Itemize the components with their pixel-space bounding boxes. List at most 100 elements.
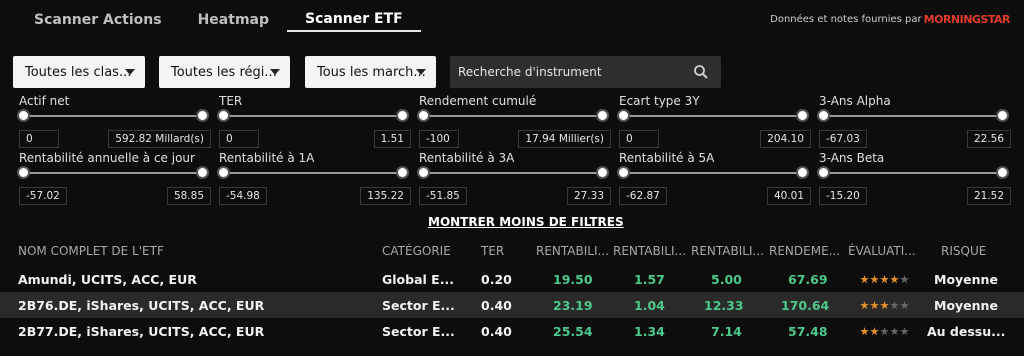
range-max-handle[interactable]	[996, 166, 1009, 179]
search-icon[interactable]	[693, 64, 709, 80]
star-icon	[880, 327, 889, 336]
range-min-value[interactable]: -15.20	[819, 187, 867, 205]
range-track[interactable]	[23, 115, 203, 117]
filter-label: Rendement cumulé	[419, 94, 537, 108]
tab-scanner-etf[interactable]: Scanner ETF	[287, 8, 421, 32]
range-max-value[interactable]: 22.56	[966, 130, 1011, 148]
tab-heatmap[interactable]: Heatmap	[180, 8, 287, 32]
range-max-handle[interactable]	[196, 166, 209, 179]
range-track[interactable]	[423, 172, 603, 174]
region-value: Toutes les régi...	[171, 64, 277, 80]
range-max-handle[interactable]	[796, 109, 809, 122]
star-icon	[890, 327, 899, 336]
range-track[interactable]	[823, 115, 1003, 117]
range-track[interactable]	[823, 172, 1003, 174]
filter-ecart-type: Ecart type 3Y 0 204.10	[617, 94, 811, 150]
column-header-category[interactable]: CATÉGORIE	[382, 244, 451, 258]
range-min-handle[interactable]	[617, 166, 630, 179]
region-dropdown[interactable]: Toutes les régi...	[159, 56, 290, 88]
range-max-handle[interactable]	[796, 166, 809, 179]
range-min-handle[interactable]	[17, 166, 30, 179]
range-min-handle[interactable]	[417, 109, 430, 122]
range-max-value[interactable]: 204.10	[760, 130, 811, 148]
show-fewer-filters-link[interactable]: MONTRER MOINS DE FILTRES	[428, 215, 624, 229]
etf-return-1: 25.54	[553, 324, 593, 339]
etf-name[interactable]: Amundi, UCITS, ACC, EUR	[18, 272, 197, 287]
chevron-down-icon	[270, 69, 280, 75]
range-min-handle[interactable]	[217, 166, 230, 179]
range-track[interactable]	[623, 115, 803, 117]
range-track[interactable]	[623, 172, 803, 174]
filter-label: 3-Ans Alpha	[819, 94, 891, 108]
range-min-handle[interactable]	[217, 109, 230, 122]
tab-bar: Scanner Actions Heatmap Scanner ETF	[16, 8, 421, 32]
star-icon	[860, 301, 869, 310]
range-min-handle[interactable]	[617, 109, 630, 122]
range-min-value[interactable]: 0	[619, 130, 659, 148]
etf-category: Sector E...	[382, 324, 455, 339]
range-max-value[interactable]: 17.94 Millier(s)	[518, 130, 611, 148]
range-min-value[interactable]: -51.85	[419, 187, 467, 205]
range-min-value[interactable]: -67.03	[819, 130, 867, 148]
range-max-value[interactable]: 1.51	[373, 130, 411, 148]
range-track[interactable]	[23, 172, 203, 174]
filter-label: Actif net	[19, 94, 70, 108]
range-min-value[interactable]: -54.98	[219, 187, 267, 205]
filter-rendement-cumule: Rendement cumulé -100 17.94 Millier(s)	[417, 94, 611, 150]
range-max-value[interactable]: 21.52	[966, 187, 1011, 205]
range-min-value[interactable]: -57.02	[19, 187, 67, 205]
market-dropdown[interactable]: Tous les march...	[305, 56, 436, 88]
etf-name[interactable]: 2B77.DE, iShares, UCITS, ACC, EUR	[18, 324, 264, 339]
etf-rendement: 67.69	[788, 272, 828, 287]
search-input[interactable]	[458, 65, 688, 79]
range-max-handle[interactable]	[996, 109, 1009, 122]
range-track[interactable]	[223, 172, 403, 174]
range-min-handle[interactable]	[817, 166, 830, 179]
column-header-rendement[interactable]: RENDEME...	[769, 244, 840, 258]
asset-class-dropdown[interactable]: Toutes les clas...	[13, 56, 145, 88]
range-max-value[interactable]: 135.22	[360, 187, 411, 205]
range-max-value[interactable]: 40.01	[766, 187, 811, 205]
column-header-return-3[interactable]: RENTABILI...	[691, 244, 764, 258]
range-max-handle[interactable]	[596, 109, 609, 122]
etf-rendement: 57.48	[788, 324, 828, 339]
column-header-return-2[interactable]: RENTABILI...	[613, 244, 686, 258]
range-min-value[interactable]: -100	[419, 130, 459, 148]
range-min-handle[interactable]	[417, 166, 430, 179]
etf-return-1: 23.19	[553, 298, 593, 313]
range-max-handle[interactable]	[196, 109, 209, 122]
morningstar-logo: MORNINGSTAR	[923, 13, 1011, 26]
range-min-value[interactable]: 0	[19, 130, 59, 148]
column-header-rating[interactable]: ÉVALUATI...	[848, 244, 916, 258]
range-min-handle[interactable]	[817, 109, 830, 122]
column-header-name[interactable]: NOM COMPLET DE L'ETF	[18, 244, 164, 258]
table-row[interactable]: 2B77.DE, iShares, UCITS, ACC, EUR Sector…	[0, 318, 1024, 344]
range-max-handle[interactable]	[596, 166, 609, 179]
range-max-value[interactable]: 27.33	[566, 187, 611, 205]
range-min-value[interactable]: -62.87	[619, 187, 667, 205]
range-track[interactable]	[423, 115, 603, 117]
rating-stars	[860, 275, 909, 284]
etf-ter: 0.40	[481, 324, 512, 339]
range-max-value[interactable]: 58.85	[166, 187, 211, 205]
range-min-handle[interactable]	[17, 109, 30, 122]
table-row[interactable]: Amundi, UCITS, ACC, EUR Global E... 0.20…	[0, 266, 1024, 292]
tab-scanner-actions[interactable]: Scanner Actions	[16, 8, 180, 32]
asset-class-value: Toutes les clas...	[25, 64, 132, 80]
data-provider-credit: Données et notes fournies par MORNINGSTA…	[770, 13, 1010, 26]
etf-return-3: 12.33	[704, 298, 744, 313]
range-track[interactable]	[223, 115, 403, 117]
range-max-value[interactable]: 592.82 Millard(s)	[108, 130, 211, 148]
column-header-risk[interactable]: RISQUE	[941, 244, 986, 258]
star-icon	[880, 301, 889, 310]
filter-label: Rentabilité annuelle à ce jour	[19, 151, 195, 165]
range-max-handle[interactable]	[396, 166, 409, 179]
column-header-ter[interactable]: TER	[481, 244, 504, 258]
star-icon	[860, 275, 869, 284]
etf-name[interactable]: 2B76.DE, iShares, UCITS, ACC, EUR	[18, 298, 264, 313]
filter-5y-return: Rentabilité à 5A -62.87 40.01	[617, 151, 811, 207]
range-max-handle[interactable]	[396, 109, 409, 122]
range-min-value[interactable]: 0	[219, 130, 259, 148]
table-row[interactable]: 2B76.DE, iShares, UCITS, ACC, EUR Sector…	[0, 292, 1024, 318]
column-header-return-1[interactable]: RENTABILI...	[536, 244, 609, 258]
